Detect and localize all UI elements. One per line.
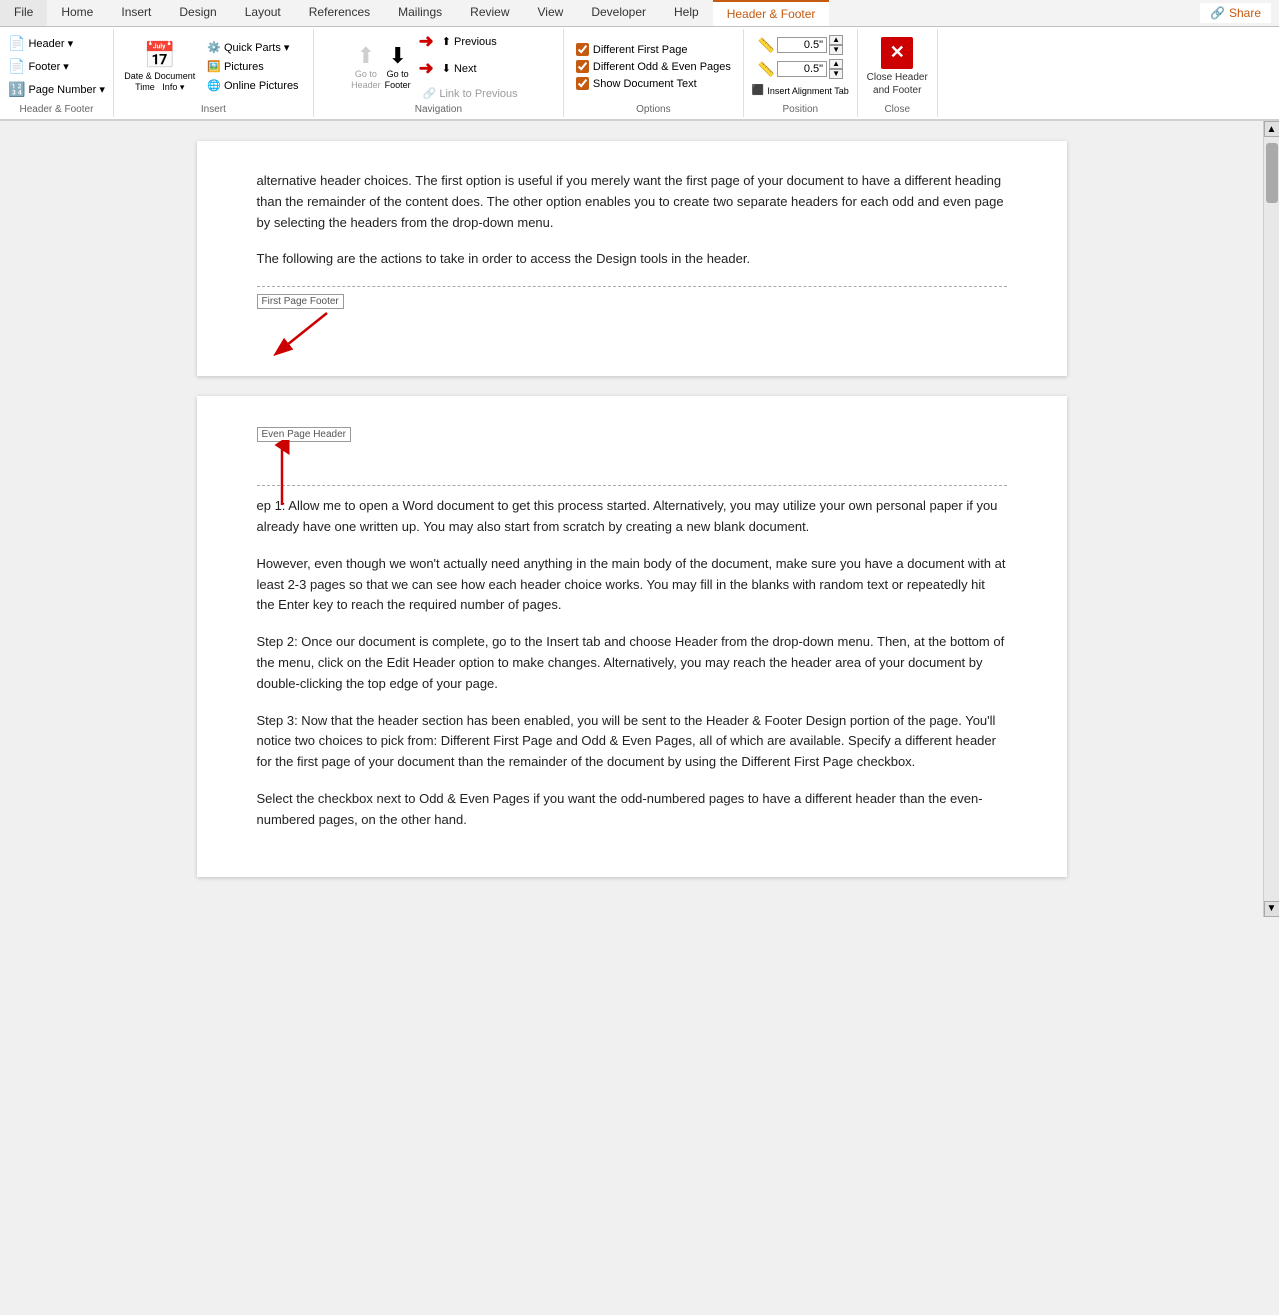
page1-para2: The following are the actions to take in… (257, 249, 1007, 270)
toolbar-group-close: ✕ Close Headerand Footer Close (858, 29, 938, 117)
toolbar-group-position: 📏 ▲ ▼ 📏 ▲ ▼ ⬛ Insert Alignment Tab P (744, 29, 858, 117)
page-2-content: ep 1: Allow me to open a Word document t… (257, 496, 1007, 830)
footer-position-row: 📏 ▲ ▼ (758, 59, 843, 79)
page-2: Even Page Header (197, 396, 1067, 876)
share-button[interactable]: 🔗 Share (1200, 3, 1271, 23)
arrow-next-annotation: ➜ (419, 58, 434, 79)
toolbar-group-navigation: ⬆ Go toHeader ⬇ Go toFooter ➜ ⬆ Previous (314, 29, 564, 117)
footer-position-input[interactable] (777, 61, 827, 77)
different-odd-even-checkbox[interactable]: Different Odd & Even Pages (576, 60, 731, 73)
tab-header-footer[interactable]: Header & Footer (713, 0, 830, 26)
online-pictures-icon: 🌐 (207, 79, 221, 92)
toolbar: 📄 Header ▾ 📄 Footer ▾ 🔢 Page Number ▾ He… (0, 27, 1279, 121)
header-button[interactable]: 📄 Header ▾ (4, 33, 109, 54)
online-pictures-button[interactable]: 🌐 Online Pictures (203, 77, 302, 94)
footer-position-icon: 📏 (758, 61, 775, 78)
date-time-icon: 📅 (144, 40, 176, 71)
share-icon: 🔗 (1210, 6, 1225, 20)
next-icon: ⬇ (442, 62, 451, 75)
footer-pos-up[interactable]: ▲ (829, 59, 843, 69)
tab-file[interactable]: File (0, 0, 47, 26)
pictures-icon: 🖼️ (207, 60, 221, 73)
footer-button[interactable]: 📄 Footer ▾ (4, 56, 109, 77)
page2-para1: ep 1: Allow me to open a Word document t… (257, 496, 1007, 538)
pictures-button[interactable]: 🖼️ Pictures (203, 58, 302, 75)
toolbar-group-options: Different First Page Different Odd & Eve… (564, 29, 744, 117)
page-1: alternative header choices. The first op… (197, 141, 1067, 376)
header-position-icon: 📏 (758, 37, 775, 54)
tab-mailings[interactable]: Mailings (384, 0, 456, 26)
close-x-icon: ✕ (881, 37, 913, 69)
header-position-input[interactable] (777, 37, 827, 53)
ribbon-tabs: File Home Insert Design Layout Reference… (0, 0, 1279, 27)
quick-parts-icon: ⚙️ (207, 41, 221, 54)
different-first-page-checkbox[interactable]: Different First Page (576, 43, 688, 56)
link-icon: 🔗 (423, 87, 437, 100)
tab-help[interactable]: Help (660, 0, 713, 26)
scroll-down-arrow[interactable]: ▼ (1264, 901, 1279, 917)
scroll-thumb[interactable] (1266, 143, 1278, 203)
page2-para2: However, even though we won't actually n… (257, 554, 1007, 616)
quick-parts-button[interactable]: ⚙️ Quick Parts ▾ (203, 39, 302, 56)
header-arrow-annotation (267, 440, 297, 510)
header-footer-group-label: Header & Footer (19, 104, 93, 115)
previous-button[interactable]: ⬆ Previous (438, 33, 501, 50)
tab-layout[interactable]: Layout (231, 0, 295, 26)
toolbar-group-header-footer: 📄 Header ▾ 📄 Footer ▾ 🔢 Page Number ▾ He… (0, 29, 114, 117)
tab-insert[interactable]: Insert (107, 0, 165, 26)
tab-view[interactable]: View (524, 0, 578, 26)
insert-group-label: Insert (201, 104, 226, 115)
next-button[interactable]: ⬇ Next (438, 60, 481, 77)
tab-home[interactable]: Home (47, 0, 107, 26)
header-pos-up[interactable]: ▲ (829, 35, 843, 45)
close-group-label: Close (884, 104, 910, 115)
tab-review[interactable]: Review (456, 0, 523, 26)
page2-para5: Select the checkbox next to Odd & Even P… (257, 789, 1007, 831)
header-position-row: 📏 ▲ ▼ (758, 35, 843, 55)
footer-arrow-annotation (267, 303, 347, 363)
link-to-previous-button[interactable]: 🔗 Link to Previous (419, 85, 522, 102)
go-to-header-icon: ⬆ (357, 43, 375, 69)
page-number-icon: 🔢 (8, 81, 25, 98)
page2-para3: Step 2: Once our document is complete, g… (257, 632, 1007, 694)
options-group-label: Options (636, 104, 670, 115)
page-2-header: Even Page Header (257, 426, 1007, 486)
document-container: alternative header choices. The first op… (0, 121, 1263, 917)
header-pos-down[interactable]: ▼ (829, 45, 843, 55)
header-icon: 📄 (8, 35, 25, 52)
scroll-up-arrow[interactable]: ▲ (1264, 121, 1279, 137)
go-to-footer-icon: ⬇ (388, 43, 406, 69)
close-header-footer-button[interactable]: ✕ Close Headerand Footer (863, 33, 932, 101)
position-group-label: Position (783, 104, 819, 115)
footer-pos-down[interactable]: ▼ (829, 69, 843, 79)
date-time-button[interactable]: 📅 Date & DocumentTime Info ▾ (124, 40, 195, 93)
page1-para1: alternative header choices. The first op… (257, 171, 1007, 233)
tab-design[interactable]: Design (165, 0, 230, 26)
page-1-footer: First Page Footer (257, 286, 1007, 346)
page-1-content: alternative header choices. The first op… (257, 171, 1007, 270)
scrollbar: ▲ ▼ (1263, 121, 1279, 917)
tab-developer[interactable]: Developer (577, 0, 660, 26)
arrow-previous-annotation: ➜ (419, 31, 434, 52)
page2-para4: Step 3: Now that the header section has … (257, 711, 1007, 773)
show-document-text-checkbox[interactable]: Show Document Text (576, 77, 697, 90)
footer-icon: 📄 (8, 58, 25, 75)
previous-icon: ⬆ (442, 35, 451, 48)
navigation-group-label: Navigation (415, 104, 462, 115)
alignment-icon: ⬛ (752, 85, 764, 96)
page-number-button[interactable]: 🔢 Page Number ▾ (4, 79, 109, 100)
tab-references[interactable]: References (295, 0, 384, 26)
go-to-footer-button[interactable]: ⬇ Go toFooter (385, 43, 411, 91)
insert-alignment-button[interactable]: ⬛ Insert Alignment Tab (748, 83, 853, 98)
scroll-container: alternative header choices. The first op… (0, 121, 1279, 917)
toolbar-group-insert: 📅 Date & DocumentTime Info ▾ ⚙️ Quick Pa… (114, 29, 314, 117)
document-scroll-area[interactable]: alternative header choices. The first op… (0, 121, 1263, 917)
go-to-header-button[interactable]: ⬆ Go toHeader (351, 43, 381, 91)
